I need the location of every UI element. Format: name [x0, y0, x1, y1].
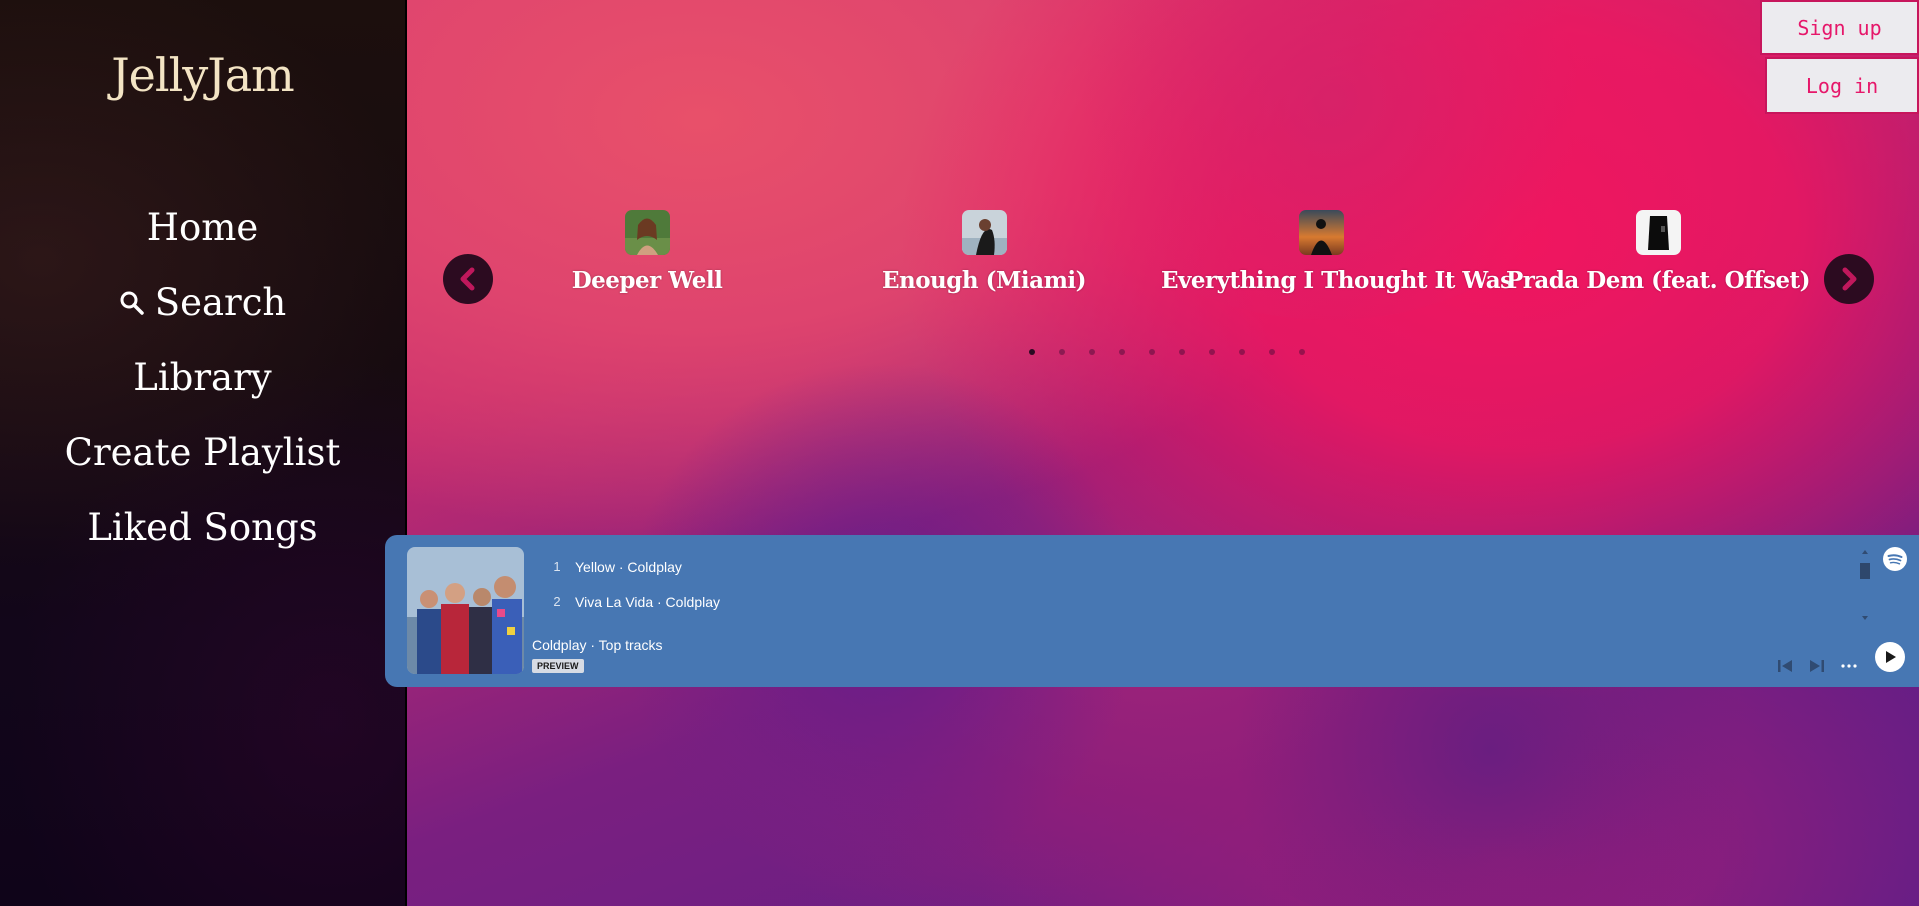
carousel-slide[interactable]: Deeper Well — [487, 210, 807, 294]
more-dots-icon — [1841, 664, 1857, 668]
track-row[interactable]: 1 Yellow · Coldplay — [545, 549, 720, 584]
song-title: Prada Dem (feat. Offset) — [1505, 267, 1811, 294]
track-list-scrollbar[interactable] — [1859, 549, 1871, 621]
carousel-dot[interactable] — [1209, 349, 1215, 355]
sidebar-item-search[interactable]: Search — [0, 265, 405, 340]
search-icon — [119, 290, 145, 316]
carousel-prev-button[interactable] — [443, 254, 493, 304]
album-cover — [624, 210, 670, 255]
sidebar-item-home[interactable]: Home — [0, 190, 405, 265]
sidebar-item-label: Liked Songs — [87, 506, 318, 549]
spotify-embed-player: 1 Yellow · Coldplay 2 Viva La Vida · Col… — [385, 535, 1919, 687]
skip-back-icon — [1778, 660, 1792, 672]
carousel-dot[interactable] — [1089, 349, 1095, 355]
sidebar-item-label: Create Playlist — [64, 431, 341, 474]
sidebar-item-library[interactable]: Library — [0, 340, 405, 415]
play-button[interactable] — [1875, 642, 1905, 672]
app-logo[interactable]: JellyJam — [0, 48, 405, 102]
carousel-dot[interactable] — [1029, 349, 1035, 355]
album-cover — [1298, 210, 1344, 255]
sidebar-item-liked-songs[interactable]: Liked Songs — [0, 490, 405, 565]
track-list: 1 Yellow · Coldplay 2 Viva La Vida · Col… — [545, 549, 720, 619]
more-options-button[interactable] — [1839, 657, 1859, 675]
song-title: Deeper Well — [571, 267, 723, 294]
preview-badge: PREVIEW — [532, 659, 584, 673]
sidebar-item-label: Library — [133, 356, 272, 399]
track-number: 1 — [553, 559, 561, 574]
track-row[interactable]: 2 Viva La Vida · Coldplay — [545, 584, 720, 619]
skip-forward-icon — [1810, 660, 1824, 672]
carousel-dot[interactable] — [1299, 349, 1305, 355]
song-title: Everything I Thought It Was — [1161, 267, 1513, 294]
carousel-pagination — [1029, 349, 1329, 355]
carousel-dot[interactable] — [1239, 349, 1245, 355]
carousel-next-button[interactable] — [1824, 254, 1874, 304]
playlist-title[interactable]: Coldplay · Top tracks — [532, 637, 662, 653]
sidebar-item-create-playlist[interactable]: Create Playlist — [0, 415, 405, 490]
song-carousel: Deeper Well Enough (Miami) Everything I … — [407, 190, 1919, 370]
carousel-dot[interactable] — [1119, 349, 1125, 355]
carousel-dot[interactable] — [1269, 349, 1275, 355]
track-label: Viva La Vida · Coldplay — [575, 593, 721, 610]
sidebar-item-label: Search — [154, 281, 287, 324]
spotify-logo-icon[interactable] — [1883, 547, 1907, 571]
previous-track-button[interactable] — [1776, 657, 1794, 675]
signup-button[interactable]: Sign up — [1762, 2, 1917, 53]
album-cover — [1635, 210, 1681, 255]
track-number: 2 — [553, 594, 561, 609]
carousel-dot[interactable] — [1149, 349, 1155, 355]
sidebar-item-label: Home — [146, 206, 259, 249]
song-title: Enough (Miami) — [881, 267, 1087, 294]
album-cover — [961, 210, 1007, 255]
chevron-right-icon — [1842, 267, 1857, 291]
album-cover[interactable] — [407, 547, 524, 674]
sidebar-nav: Home Search Library Create Playlist Like… — [0, 190, 405, 565]
next-track-button[interactable] — [1808, 657, 1826, 675]
carousel-slide[interactable]: Prada Dem (feat. Offset) — [1498, 210, 1818, 294]
carousel-slide[interactable]: Everything I Thought It Was — [1161, 210, 1513, 294]
carousel-dot[interactable] — [1179, 349, 1185, 355]
login-button[interactable]: Log in — [1767, 59, 1917, 112]
carousel-dot[interactable] — [1059, 349, 1065, 355]
chevron-left-icon — [460, 267, 475, 291]
carousel-slide[interactable]: Enough (Miami) — [824, 210, 1144, 294]
play-icon — [1886, 651, 1896, 663]
sidebar: JellyJam Home Search Library Create Play… — [0, 0, 407, 906]
track-label: Yellow · Coldplay — [575, 558, 682, 575]
